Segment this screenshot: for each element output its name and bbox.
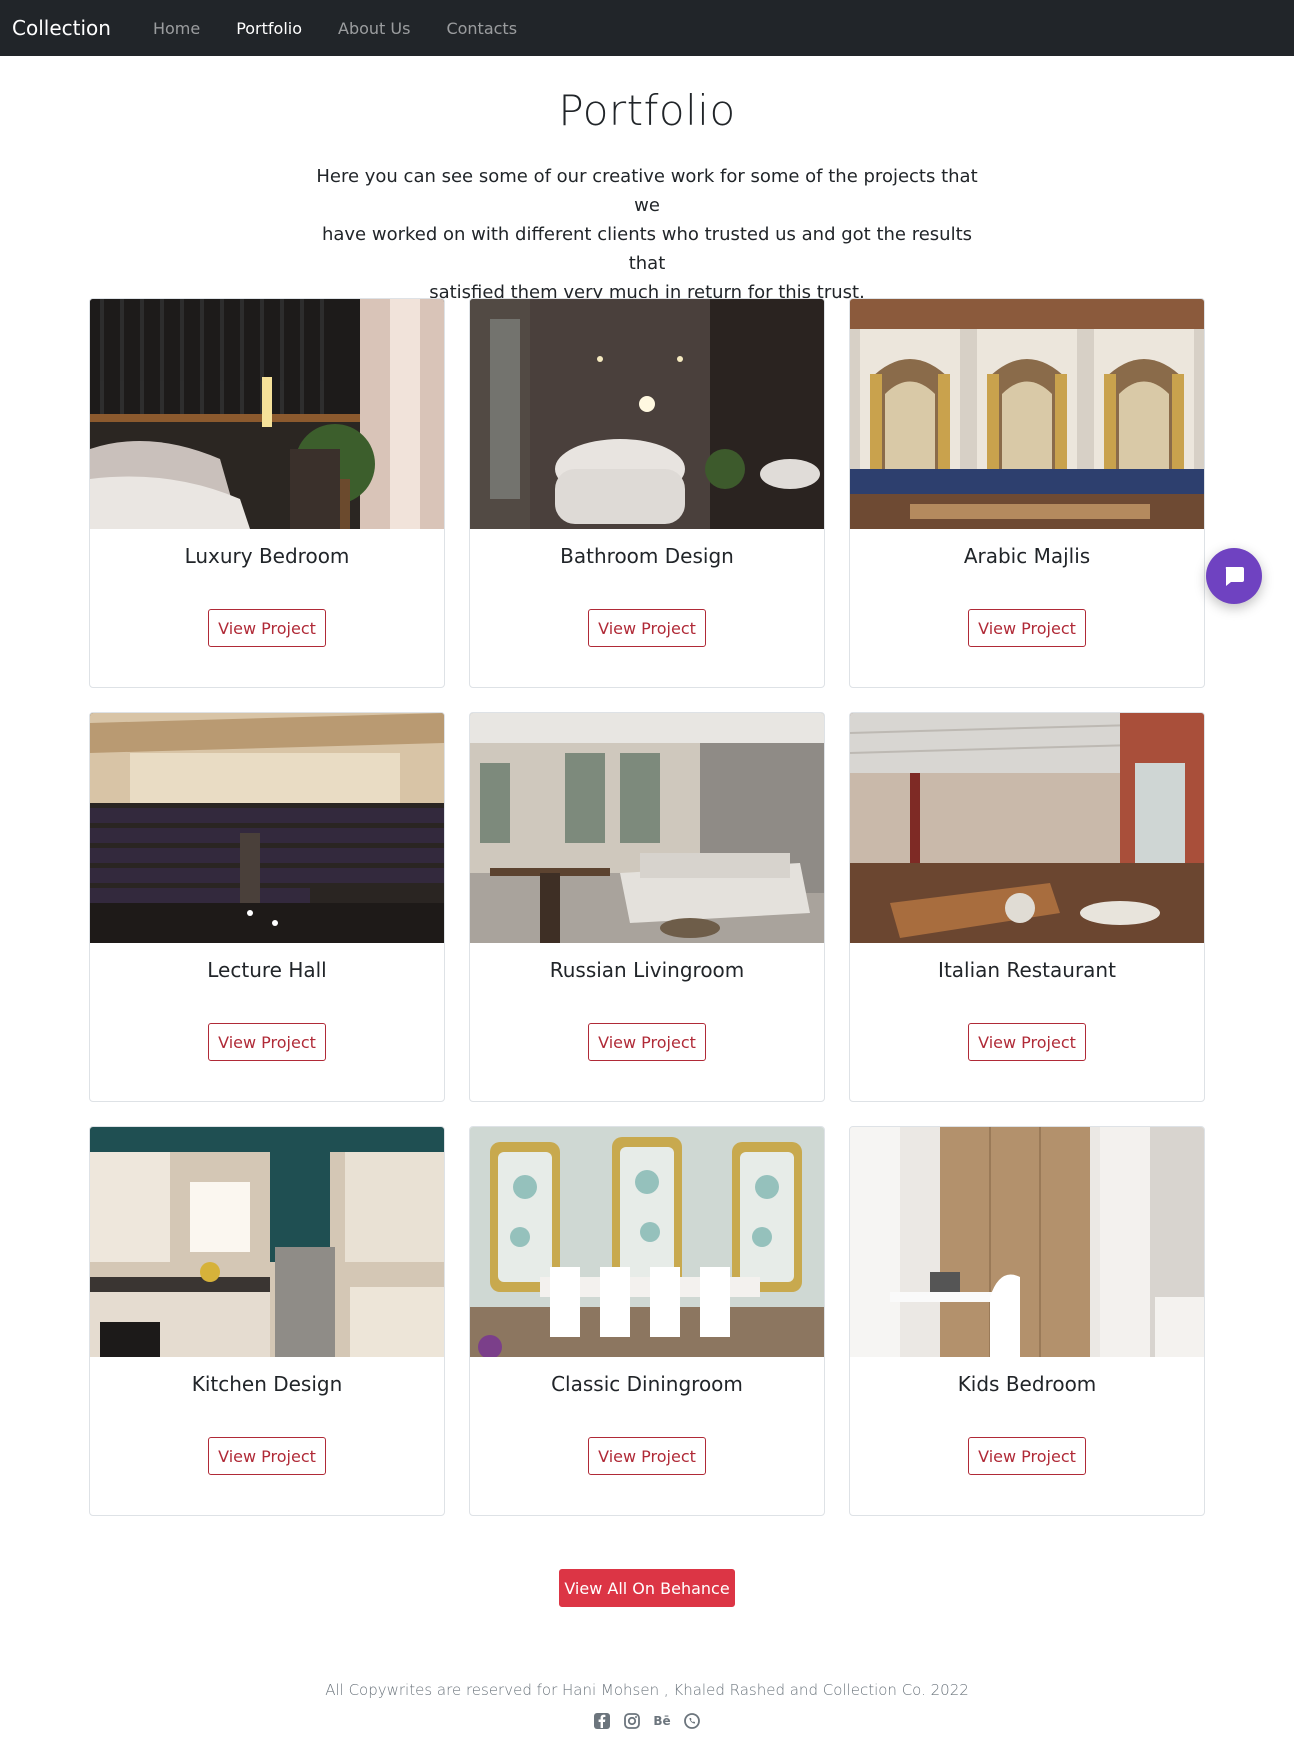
intro-paragraph: Here you can see some of our creative wo… — [307, 162, 987, 307]
brand-logo[interactable]: Collection — [12, 16, 111, 40]
project-title: Luxury Bedroom — [184, 544, 350, 568]
intro-line: have worked on with different clients wh… — [321, 224, 973, 274]
project-card-russian-livingroom: Russian Livingroom View Project — [469, 712, 825, 1102]
project-image — [470, 713, 824, 943]
project-title: Bathroom Design — [560, 544, 734, 568]
project-card-kids-bedroom: Kids Bedroom View Project — [849, 1126, 1205, 1516]
view-project-button[interactable]: View Project — [588, 609, 706, 647]
intro-line: Here you can see some of our creative wo… — [316, 166, 978, 216]
project-card-arabic-majlis: Arabic Majlis View Project — [849, 298, 1205, 688]
view-project-button[interactable]: View Project — [208, 609, 326, 647]
project-image — [90, 299, 444, 529]
view-project-button[interactable]: View Project — [968, 1437, 1086, 1475]
page-title: Portfolio — [558, 86, 736, 135]
view-project-button[interactable]: View Project — [588, 1023, 706, 1061]
chat-button[interactable] — [1206, 548, 1262, 604]
view-project-button[interactable]: View Project — [208, 1437, 326, 1475]
view-project-button[interactable]: View Project — [968, 1023, 1086, 1061]
copyright-text: All Copywrites are reserved for Hani Moh… — [325, 1681, 969, 1699]
nav-item-about-us[interactable]: About Us — [320, 19, 428, 38]
nav-item-home[interactable]: Home — [135, 19, 218, 38]
facebook-icon[interactable] — [593, 1712, 611, 1730]
nav-item-portfolio[interactable]: Portfolio — [218, 19, 320, 38]
chat-icon — [1225, 567, 1244, 586]
project-card-lecture-hall: Lecture Hall View Project — [89, 712, 445, 1102]
view-project-button[interactable]: View Project — [208, 1023, 326, 1061]
project-card-classic-diningroom: Classic Diningroom View Project — [469, 1126, 825, 1516]
project-image — [470, 1127, 824, 1357]
whatsapp-icon[interactable] — [683, 1712, 701, 1730]
project-title: Italian Restaurant — [938, 958, 1116, 982]
project-title: Kitchen Design — [191, 1372, 343, 1396]
project-title: Classic Diningroom — [551, 1372, 743, 1396]
nav-item-contacts[interactable]: Contacts — [428, 19, 535, 38]
view-project-button[interactable]: View Project — [968, 609, 1086, 647]
project-card-bathroom-design: Bathroom Design View Project — [469, 298, 825, 688]
view-project-button[interactable]: View Project — [588, 1437, 706, 1475]
behance-icon[interactable]: Bē — [653, 1712, 671, 1730]
project-image — [470, 299, 824, 529]
navbar: Collection Home Portfolio About Us Conta… — [0, 0, 1294, 56]
social-links: Bē — [0, 1712, 1294, 1730]
project-image — [850, 299, 1204, 529]
project-card-kitchen-design: Kitchen Design View Project — [89, 1126, 445, 1516]
project-title: Lecture Hall — [207, 958, 327, 982]
project-image — [850, 713, 1204, 943]
project-title: Arabic Majlis — [963, 544, 1091, 568]
project-image — [850, 1127, 1204, 1357]
project-card-italian-restaurant: Italian Restaurant View Project — [849, 712, 1205, 1102]
project-title: Kids Bedroom — [957, 1372, 1097, 1396]
instagram-icon[interactable] — [623, 1712, 641, 1730]
project-image — [90, 1127, 444, 1357]
view-all-behance-button[interactable]: View All On Behance — [559, 1569, 735, 1607]
project-card-luxury-bedroom: Luxury Bedroom View Project — [89, 298, 445, 688]
project-image — [90, 713, 444, 943]
project-title: Russian Livingroom — [549, 958, 745, 982]
